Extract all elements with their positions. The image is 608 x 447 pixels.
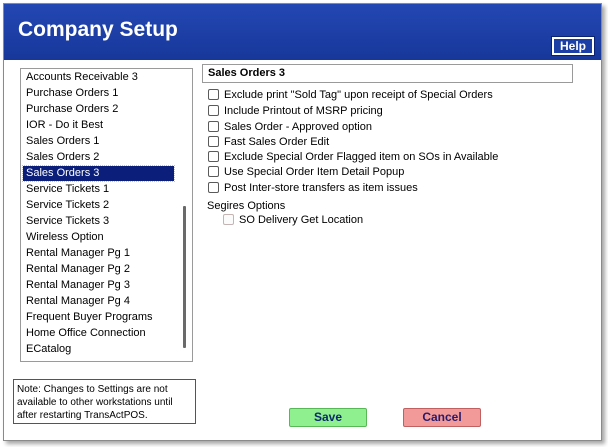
option-label: Fast Sales Order Edit (224, 136, 330, 148)
list-item[interactable]: Accounts Receivable 3 (23, 70, 174, 85)
list-item[interactable]: Rental Manager Pg 4 (23, 294, 174, 309)
list-item[interactable]: Rental Manager Pg 1 (23, 246, 174, 261)
checkbox[interactable] (208, 151, 219, 162)
checkbox[interactable] (208, 89, 219, 100)
list-item[interactable]: Frequent Buyer Programs (23, 310, 174, 325)
list-item[interactable]: Service Tickets 3 (23, 214, 174, 229)
list-item-selected[interactable]: Sales Orders 3 (22, 165, 175, 182)
list-item[interactable]: Service Tickets 1 (23, 182, 174, 197)
list-item[interactable]: Purchase Orders 2 (23, 102, 174, 117)
settings-page-list[interactable]: Accounts Receivable 3 Purchase Orders 1 … (20, 68, 193, 362)
save-button[interactable]: Save (289, 408, 367, 427)
list-item[interactable]: Home Office Connection (23, 326, 174, 341)
option-label: Use Special Order Item Detail Popup (224, 166, 405, 178)
list-scrollbar[interactable] (179, 70, 191, 360)
list-item[interactable]: Purchase Orders 1 (23, 86, 174, 101)
group-label: Segires Options (207, 200, 286, 212)
checkbox[interactable] (208, 121, 219, 132)
list-item[interactable]: Rental Manager Pg 3 (23, 278, 174, 293)
option-label: Exclude Special Order Flagged item on SO… (224, 151, 499, 163)
section-title: Sales Orders 3 (202, 64, 573, 83)
checkbox[interactable] (223, 214, 234, 225)
checkbox[interactable] (208, 105, 219, 116)
option-label: Post Inter-store transfers as item issue… (224, 182, 418, 194)
window-title: Company Setup (18, 18, 178, 41)
scrollbar-thumb[interactable] (183, 206, 186, 348)
option-label: SO Delivery Get Location (239, 214, 364, 226)
help-button[interactable]: Help (551, 36, 595, 56)
company-setup-window: Company Setup Help Accounts Receivable 3… (3, 3, 602, 441)
list-item[interactable]: Sales Orders 2 (23, 150, 174, 165)
list-item[interactable]: Rental Manager Pg 2 (23, 262, 174, 277)
checkbox[interactable] (208, 182, 219, 193)
list-item[interactable]: IOR - Do it Best (23, 118, 174, 133)
cancel-button[interactable]: Cancel (403, 408, 481, 427)
checkbox[interactable] (208, 166, 219, 177)
title-bar: Company Setup Help (4, 4, 601, 60)
option-label: Exclude print "Sold Tag" upon receipt of… (224, 89, 493, 101)
list-item[interactable]: ECatalog (23, 342, 174, 357)
settings-note: Note: Changes to Settings are not availa… (13, 379, 196, 424)
option-label: Include Printout of MSRP pricing (224, 105, 383, 117)
list-item[interactable]: Wireless Option (23, 230, 174, 245)
list-item[interactable]: Sales Orders 1 (23, 134, 174, 149)
list-item[interactable]: Service Tickets 2 (23, 198, 174, 213)
checkbox[interactable] (208, 136, 219, 147)
option-label: Sales Order - Approved option (224, 121, 372, 133)
